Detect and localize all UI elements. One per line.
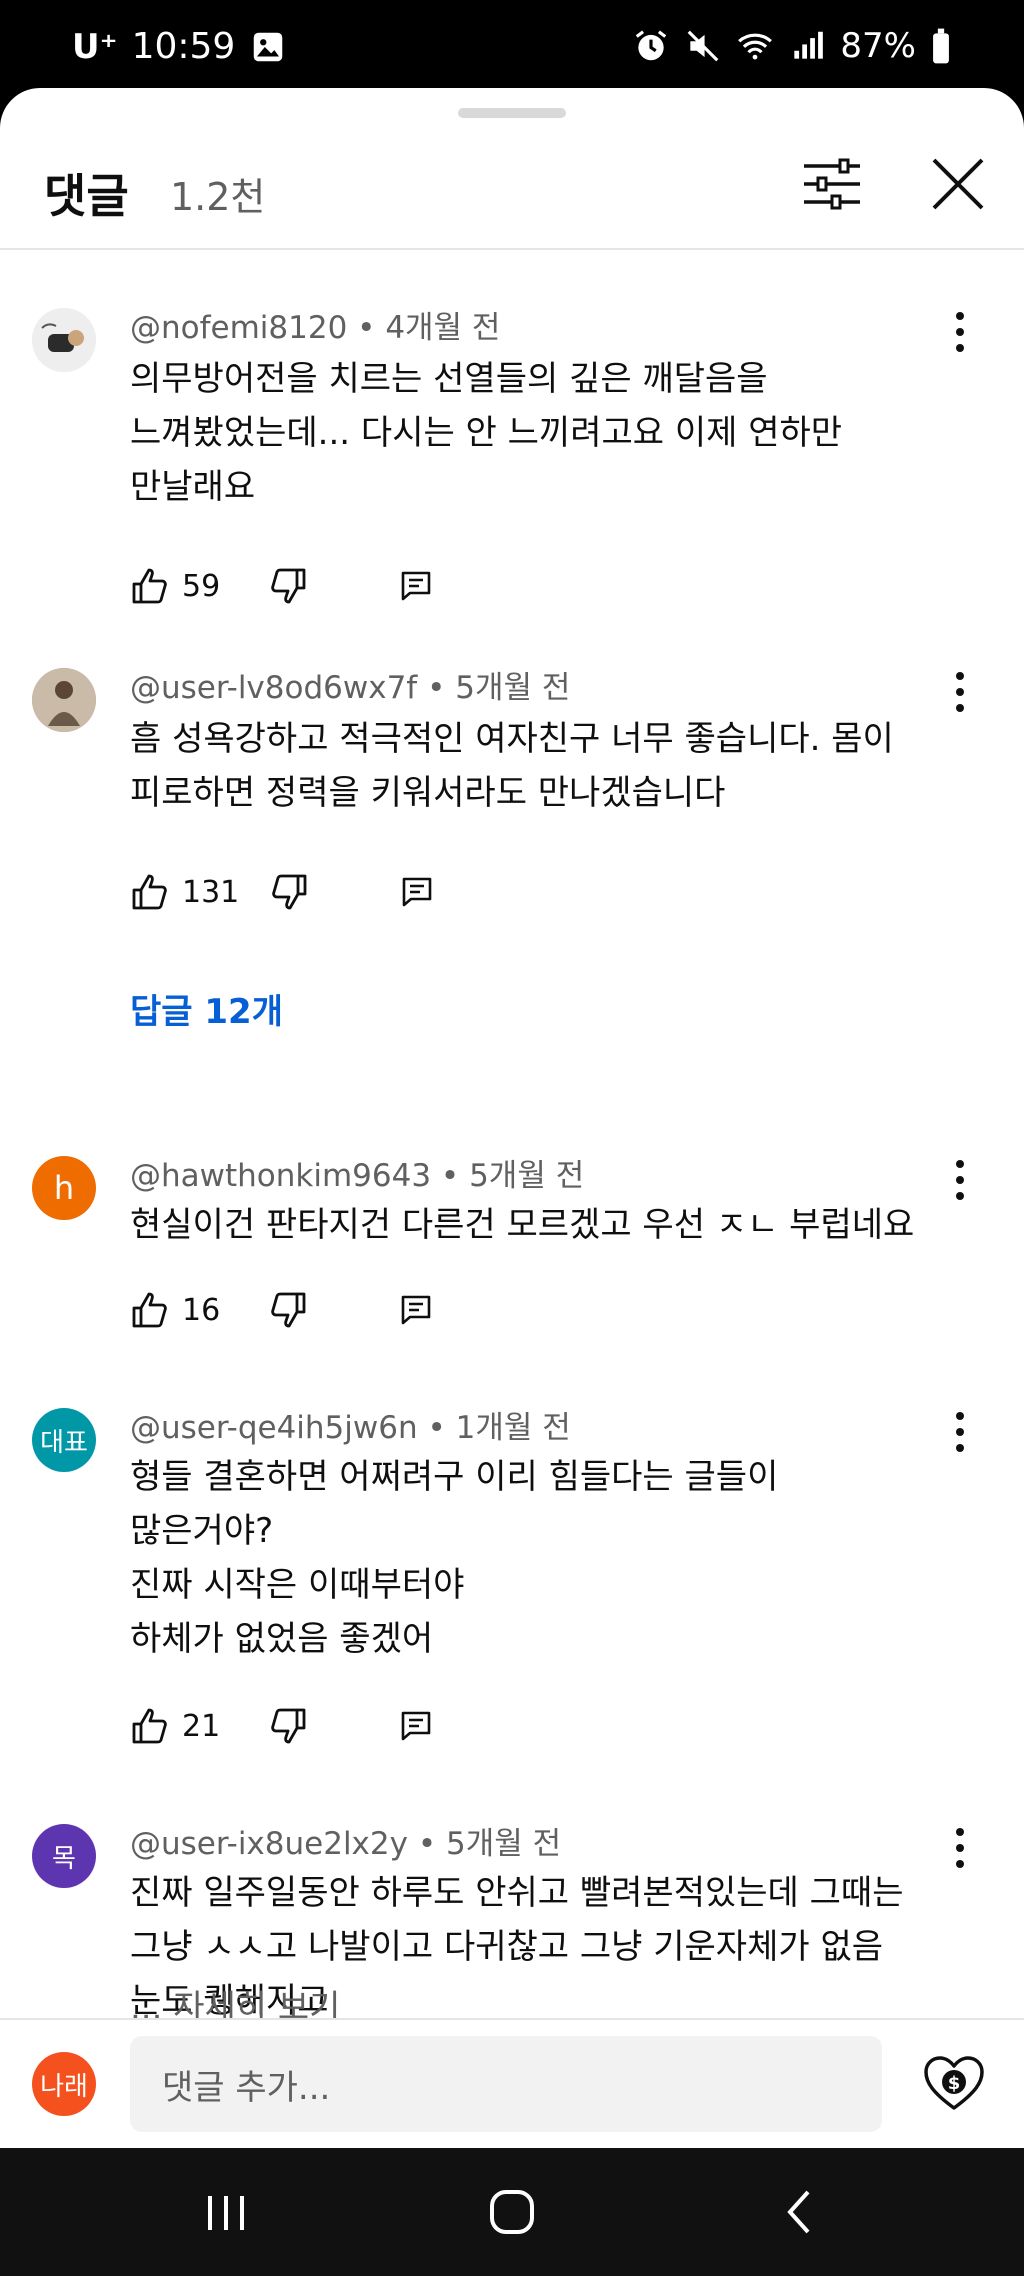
comment-meta: @user-qe4ih5jw6n • 1개월 전 (130, 1410, 571, 1446)
comment-age: 5개월 전 (455, 670, 571, 706)
comment-author[interactable]: @hawthonkim9643 (130, 1158, 431, 1194)
comment-author[interactable]: @user-ix8ue2lx2y (130, 1826, 408, 1862)
status-bar: U⁺ 10:59 87% (0, 0, 1024, 88)
comment-age: 4개월 전 (385, 310, 501, 346)
avatar-photo-icon (32, 668, 96, 732)
thumbs-up-icon (132, 1708, 167, 1744)
comments-header: 댓글 1.2천 (0, 152, 1024, 248)
drag-handle[interactable] (458, 108, 566, 118)
thumbs-up-icon (132, 1292, 167, 1328)
super-thanks-icon[interactable]: $ (922, 2052, 986, 2116)
reply-icon[interactable] (401, 876, 433, 908)
comment-author[interactable]: @user-qe4ih5jw6n (130, 1410, 418, 1446)
read-more-link[interactable]: ... 자세히 보기 (130, 1980, 340, 2018)
gallery-icon (254, 32, 283, 61)
thumbs-up-icon (132, 874, 167, 910)
recent-apps-icon[interactable] (196, 2184, 256, 2240)
avatar[interactable] (32, 308, 96, 372)
like-count: 16 (182, 1292, 221, 1328)
comment-actions: 131 (130, 870, 433, 914)
sliders-icon[interactable] (800, 152, 864, 216)
battery-percent: 87% (840, 26, 916, 66)
thumbs-down-icon[interactable] (268, 1290, 308, 1330)
comment-text: 의무방어전을 치르는 선열들의 깊은 깨달음을 느껴봤었는데... 다시는 안 … (130, 359, 843, 507)
comment-author[interactable]: @user-lv8od6wx7f (130, 670, 417, 706)
reply-icon[interactable] (400, 570, 432, 602)
comment-count: 1.2천 (170, 175, 266, 219)
comment-actions: 59 (130, 564, 432, 608)
view-replies-button[interactable]: 답글 12개 (130, 984, 283, 1033)
clock: 10:59 (131, 26, 236, 67)
comment-age: 5개월 전 (469, 1158, 585, 1194)
page-title: 댓글 (44, 169, 129, 223)
avatar[interactable] (32, 668, 96, 732)
comment-text: 흠 성욕강하고 적극적인 여자친구 너무 좋습니다. 몸이 피로하면 정력을 키… (130, 719, 894, 813)
avatar[interactable]: h (32, 1156, 96, 1220)
comment-age: 1개월 전 (455, 1410, 571, 1446)
wifi-icon (738, 33, 773, 60)
comment-meta: @user-lv8od6wx7f • 5개월 전 (130, 670, 571, 706)
like-button[interactable]: 131 (130, 872, 239, 912)
like-count: 131 (182, 874, 240, 910)
mute-icon (688, 30, 719, 62)
close-icon[interactable] (926, 152, 990, 216)
comment-meta: @nofemi8120 • 4개월 전 (130, 310, 501, 346)
comment-author[interactable]: @nofemi8120 (130, 310, 347, 346)
alarm-icon (636, 30, 667, 61)
thumbs-down-icon[interactable] (269, 872, 309, 912)
like-button[interactable]: 16 (130, 1290, 220, 1330)
svg-text:$: $ (948, 2073, 961, 2094)
comment-actions: 16 (130, 1288, 432, 1332)
like-count: 21 (182, 1708, 221, 1744)
home-icon[interactable] (482, 2184, 542, 2240)
comment-actions: 21 (130, 1704, 432, 1748)
avatar[interactable]: 대표 (32, 1408, 96, 1472)
reply-icon[interactable] (400, 1294, 432, 1326)
back-icon[interactable] (770, 2184, 830, 2240)
system-nav-bar (0, 2148, 1024, 2276)
carrier-label: U⁺ (72, 26, 118, 67)
comments-sheet: 댓글 1.2천 @nofemi8120 • 4개월 전 의무방어전을 치르는 선… (0, 88, 1024, 2148)
reply-icon[interactable] (400, 1710, 432, 1742)
comment-input-bar: 나래 댓글 추가... $ (0, 2018, 1024, 2148)
comment-meta: @hawthonkim9643 • 5개월 전 (130, 1158, 585, 1194)
comment-input[interactable]: 댓글 추가... (130, 2036, 882, 2132)
thumbs-up-icon (132, 568, 167, 604)
avatar[interactable]: 목 (32, 1824, 96, 1888)
like-button[interactable]: 21 (130, 1706, 220, 1746)
comment-age: 5개월 전 (445, 1826, 562, 1862)
comment-text: 현실이건 판타지건 다른건 모르겠고 우선 ㅈㄴ 부럽네요 (130, 1205, 915, 1245)
like-count: 59 (182, 568, 221, 604)
thumbs-down-icon[interactable] (268, 1706, 308, 1746)
thumbs-down-icon[interactable] (268, 566, 308, 606)
comment-text: 형들 결혼하면 어쩌려구 이리 힘들다는 글들이 많은거야? 진짜 시작은 이때… (130, 1457, 779, 1659)
comment-meta: @user-ix8ue2lx2y • 5개월 전 (130, 1826, 562, 1862)
like-button[interactable]: 59 (130, 566, 220, 606)
battery-icon (933, 28, 949, 64)
comment-list[interactable]: @nofemi8120 • 4개월 전 의무방어전을 치르는 선열들의 깊은 깨… (0, 250, 1024, 2018)
signal-icon (794, 31, 824, 59)
avatar-illustration-icon (32, 308, 96, 372)
my-avatar[interactable]: 나래 (32, 2052, 96, 2116)
